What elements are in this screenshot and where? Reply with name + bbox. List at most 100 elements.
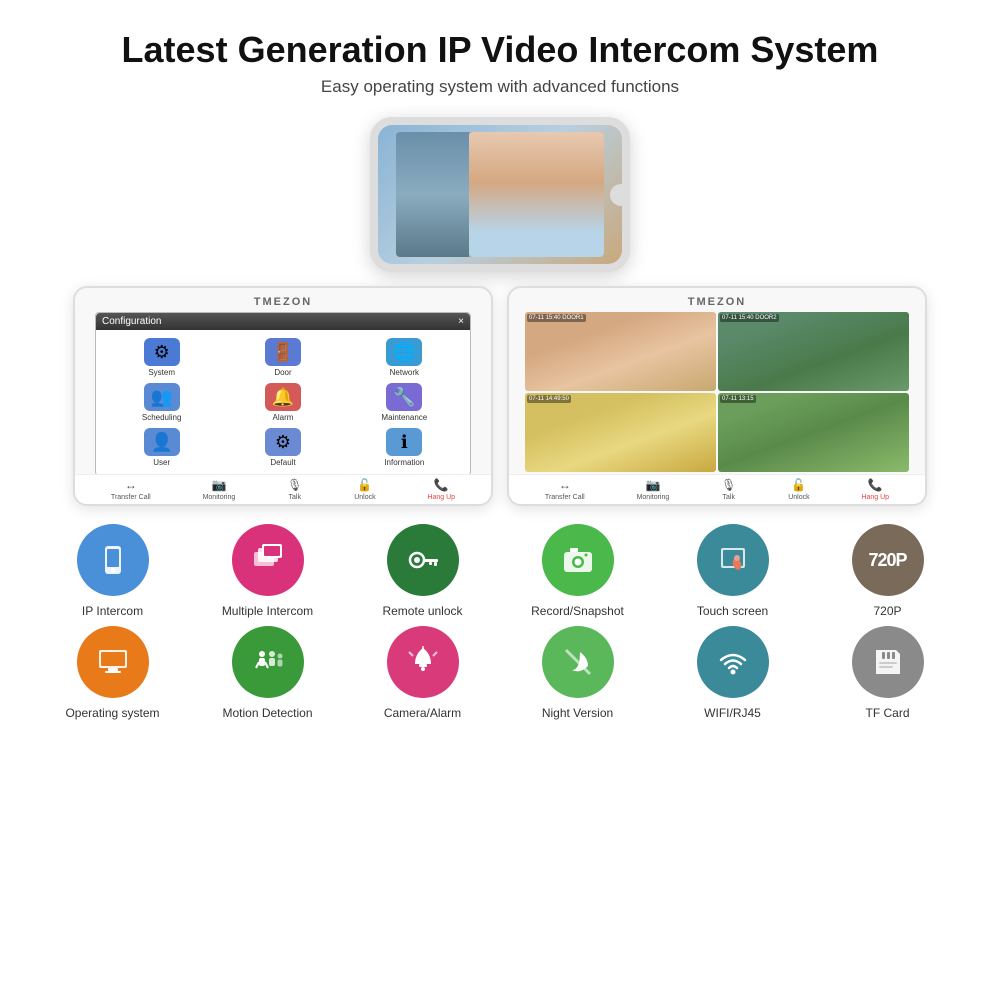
config-item-alarm[interactable]: 🔔 Alarm — [225, 383, 340, 422]
phone-screen — [378, 125, 622, 264]
config-item-network[interactable]: 🌐 Network — [347, 338, 462, 377]
person-image — [469, 132, 604, 257]
feature-multiple-intercom: Multiple Intercom — [190, 524, 345, 618]
talk-icon: 🎙 — [287, 478, 302, 492]
alarm-icon-box: 🔔 — [265, 383, 301, 411]
user-icon-box: 👤 — [144, 428, 180, 456]
left-tablet-inner: TMEZON Configuration × ⚙ System — [75, 288, 491, 476]
wifi-svg — [715, 644, 751, 680]
maintenance-icon: 🔧 — [393, 387, 415, 408]
monitoring-btn-left[interactable]: 📷 Monitoring — [203, 478, 236, 501]
features-section: IP Intercom Multiple Intercom — [0, 524, 1000, 720]
night-version-icon — [542, 626, 614, 698]
transfer-call-btn-left[interactable]: ↔ Transfer Call — [111, 478, 151, 501]
timestamp-1: 07-11 15:40 DOOR1 — [527, 314, 586, 322]
default-icon-box: ⚙ — [265, 428, 301, 456]
touch-screen-icon — [697, 524, 769, 596]
config-item-user[interactable]: 👤 User — [104, 428, 219, 467]
information-label: Information — [384, 458, 424, 467]
transfer-call-label: Transfer Call — [111, 494, 151, 501]
video-cell-4: 07-11 13:15 — [718, 393, 909, 472]
hangup-btn-right[interactable]: 📞 Hang Up — [861, 478, 889, 501]
timestamp-3: 07-11 14:49:50 — [527, 395, 571, 403]
config-item-system[interactable]: ⚙ System — [104, 338, 219, 377]
scheduling-icon-box: 👥 — [144, 383, 180, 411]
config-title-bar: Configuration × — [96, 313, 470, 330]
hangup-btn-left[interactable]: 📞 Hang Up — [427, 478, 455, 501]
multiple-intercom-label: Multiple Intercom — [222, 604, 313, 618]
feature-ip-intercom: IP Intercom — [35, 524, 190, 618]
unlock-btn-right[interactable]: 🔓 Unlock — [788, 478, 809, 501]
night-svg — [560, 644, 596, 680]
monitoring-icon-r: 📷 — [645, 478, 660, 492]
monitor-svg — [95, 644, 131, 680]
config-dialog: Configuration × ⚙ System 🚪 Door — [95, 312, 471, 476]
touch-svg — [715, 542, 751, 578]
hangup-icon: 📞 — [434, 478, 449, 492]
feature-operating-system: Operating system — [35, 626, 190, 720]
features-row-2: Operating system Motion Detection — [30, 626, 970, 720]
wifi-rj45-label: WIFI/RJ45 — [704, 706, 761, 720]
building-image — [396, 132, 469, 257]
720p-text: 720P — [868, 550, 906, 571]
monitoring-icon: 📷 — [211, 478, 226, 492]
transfer-call-btn-right[interactable]: ↔ Transfer Call — [545, 478, 585, 501]
feature-wifi-rj45: WIFI/RJ45 — [655, 626, 810, 720]
quad-video-grid: 07-11 15:40 DOOR1 07-11 15:40 DOOR2 07-1… — [525, 312, 909, 472]
phone-area — [0, 117, 1000, 272]
ip-intercom-label: IP Intercom — [82, 604, 143, 618]
unlock-icon: 🔓 — [357, 478, 372, 492]
main-title: Latest Generation IP Video Intercom Syst… — [20, 28, 980, 71]
talk-label: Talk — [289, 494, 301, 501]
config-item-information[interactable]: ℹ Information — [347, 428, 462, 467]
unlock-btn-left[interactable]: 🔓 Unlock — [354, 478, 375, 501]
feature-camera-alarm: Camera/Alarm — [345, 626, 500, 720]
tf-card-label: TF Card — [865, 706, 909, 720]
remote-unlock-icon — [387, 524, 459, 596]
timestamp-4: 07-11 13:15 — [720, 395, 756, 403]
alarm-label: Alarm — [273, 413, 294, 422]
camera-svg — [560, 542, 596, 578]
unlock-label-r: Unlock — [788, 494, 809, 501]
door-label: Door — [274, 368, 291, 377]
feature-720p: 720P 720P — [810, 524, 965, 618]
config-item-default[interactable]: ⚙ Default — [225, 428, 340, 467]
monitoring-label: Monitoring — [203, 494, 236, 501]
tablets-row: TMEZON Configuration × ⚙ System — [0, 286, 1000, 506]
wifi-rj45-icon — [697, 626, 769, 698]
config-item-scheduling[interactable]: 👥 Scheduling — [104, 383, 219, 422]
alarm-svg — [405, 644, 441, 680]
phone-screen-inner — [396, 132, 603, 257]
camera-alarm-label: Camera/Alarm — [384, 706, 461, 720]
phone-mobile-svg — [95, 542, 131, 578]
config-item-door[interactable]: 🚪 Door — [225, 338, 340, 377]
tf-card-icon — [852, 626, 924, 698]
page-header: Latest Generation IP Video Intercom Syst… — [0, 0, 1000, 107]
default-icon: ⚙ — [275, 432, 291, 453]
left-tablet: TMEZON Configuration × ⚙ System — [73, 286, 493, 506]
config-title: Configuration — [102, 316, 161, 327]
right-tablet: TMEZON 07-11 15:40 DOOR1 07-11 15:40 DOO… — [507, 286, 927, 506]
feature-night-version: Night Version — [500, 626, 655, 720]
maintenance-icon-box: 🔧 — [386, 383, 422, 411]
talk-btn-right[interactable]: 🎙 Talk — [721, 478, 736, 501]
config-close-btn[interactable]: × — [458, 316, 464, 327]
motion-detection-icon — [232, 626, 304, 698]
unlock-label: Unlock — [354, 494, 375, 501]
door-icon: 🚪 — [272, 342, 294, 363]
transfer-call-icon-r: ↔ — [559, 478, 571, 492]
touch-screen-label: Touch screen — [697, 604, 768, 618]
network-icon-box: 🌐 — [386, 338, 422, 366]
people-svg — [250, 644, 286, 680]
record-snapshot-icon — [542, 524, 614, 596]
feature-record-snapshot: Record/Snapshot — [500, 524, 655, 618]
monitoring-btn-right[interactable]: 📷 Monitoring — [637, 478, 670, 501]
talk-icon-r: 🎙 — [721, 478, 736, 492]
ip-intercom-icon — [77, 524, 149, 596]
720p-badge: 720P — [852, 524, 924, 596]
config-item-maintenance[interactable]: 🔧 Maintenance — [347, 383, 462, 422]
night-version-label: Night Version — [542, 706, 613, 720]
right-tablet-brand: TMEZON — [519, 296, 915, 308]
key-svg — [405, 542, 441, 578]
talk-btn-left[interactable]: 🎙 Talk — [287, 478, 302, 501]
